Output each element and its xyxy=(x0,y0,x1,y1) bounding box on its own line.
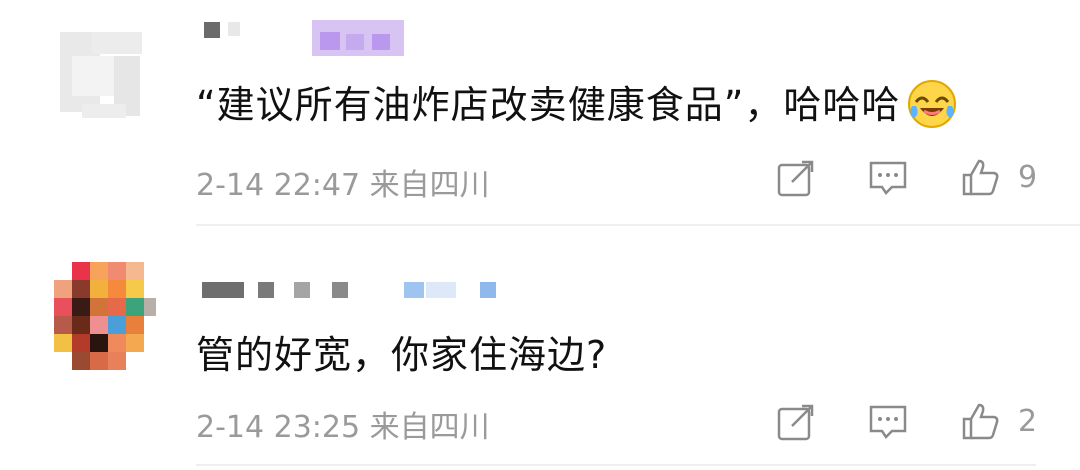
reply-button[interactable] xyxy=(868,158,908,198)
divider xyxy=(196,224,1080,226)
like-count: 9 xyxy=(1018,160,1038,195)
reply-icon xyxy=(869,405,907,439)
username-blurred[interactable] xyxy=(200,278,500,310)
comment-location: 来自四川 xyxy=(369,410,490,445)
comment-item: “建议所有油炸店改卖健康食品”，哈哈哈 2-14 22:47 来自四川 9 xyxy=(0,0,1080,226)
username-blurred[interactable] xyxy=(200,20,410,56)
like-icon xyxy=(962,159,999,196)
like-button[interactable] xyxy=(960,402,1000,442)
comment-text: “建议所有油炸店改卖健康食品”，哈哈哈 xyxy=(196,74,958,130)
avatar[interactable] xyxy=(52,16,156,128)
like-button[interactable] xyxy=(960,158,1000,198)
avatar[interactable] xyxy=(52,262,156,374)
share-icon xyxy=(777,160,814,197)
comment-meta: 2-14 23:25 来自四川 xyxy=(196,402,490,446)
comment-date: 2-14 23:25 xyxy=(196,410,361,445)
reply-button[interactable] xyxy=(868,402,908,442)
share-icon xyxy=(777,404,814,441)
share-button[interactable] xyxy=(776,158,816,198)
share-button[interactable] xyxy=(776,402,816,442)
like-count: 2 xyxy=(1018,404,1038,439)
comment-date: 2-14 22:47 xyxy=(196,168,361,203)
comment-location: 来自四川 xyxy=(369,168,490,203)
comment-meta: 2-14 22:47 来自四川 xyxy=(196,160,490,204)
divider xyxy=(196,464,1036,466)
reply-icon xyxy=(869,161,907,195)
comment-item: 管的好宽，你家住海边? 2-14 23:25 来自四川 2 xyxy=(0,240,1080,470)
laughing-crying-emoji-icon xyxy=(906,78,958,130)
comment-text: 管的好宽，你家住海边? xyxy=(196,333,608,377)
like-icon xyxy=(962,403,999,440)
